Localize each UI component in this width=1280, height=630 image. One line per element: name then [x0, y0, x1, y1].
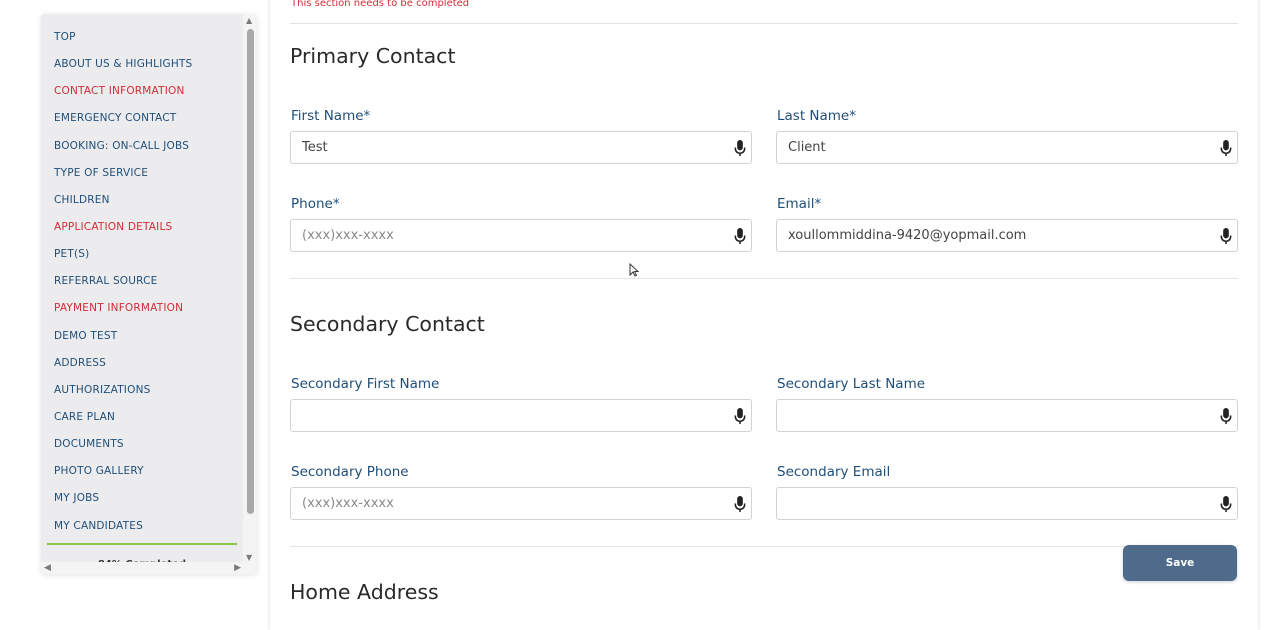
phone-label: Phone*	[291, 196, 340, 212]
sidebar-scroll-thumb[interactable]	[247, 29, 254, 514]
scroll-down-arrow-icon[interactable]: ▼	[246, 554, 252, 562]
home-address-heading: Home Address	[290, 580, 439, 604]
sidebar-item-top[interactable]: TOP	[41, 24, 243, 51]
sidebar-item-payment-information[interactable]: PAYMENT INFORMATION	[41, 295, 243, 322]
sidebar-item-contact-information[interactable]: CONTACT INFORMATION	[41, 78, 243, 105]
scroll-left-arrow-icon[interactable]: ◀	[44, 563, 51, 573]
secondary-email-label: Secondary Email	[777, 464, 891, 480]
sidebar-item-children[interactable]: CHILDREN	[41, 187, 243, 214]
scroll-right-arrow-icon[interactable]: ▶	[234, 563, 241, 573]
save-button[interactable]: Save	[1123, 545, 1237, 581]
first-name-label: First Name*	[291, 108, 371, 124]
sidebar-item-care-plan[interactable]: CARE PLAN	[41, 404, 243, 431]
sidebar-item-about-us-highlights[interactable]: ABOUT US & HIGHLIGHTS	[41, 51, 243, 78]
first-name-input[interactable]	[291, 132, 711, 163]
secondary-phone-label: Secondary Phone	[291, 464, 409, 480]
secondary-email-input[interactable]	[777, 488, 1197, 519]
section-divider	[290, 23, 1238, 24]
sidebar-vertical-scrollbar[interactable]: ▲ ▼	[243, 14, 257, 562]
primary-contact-heading: Primary Contact	[290, 44, 456, 68]
email-input[interactable]	[777, 220, 1197, 251]
phone-field	[290, 219, 752, 252]
section-divider	[290, 278, 1238, 279]
sidebar-item-pet-s[interactable]: PET(S)	[41, 241, 243, 268]
secondary-last-name-field	[776, 399, 1238, 432]
sidebar-item-photo-gallery[interactable]: PHOTO GALLERY	[41, 458, 243, 485]
sidebar-item-my-candidates[interactable]: MY CANDIDATES	[41, 513, 243, 540]
first-name-field	[290, 131, 752, 164]
contact-information-form: This section needs to be completed Prima…	[270, 0, 1258, 630]
last-name-input[interactable]	[777, 132, 1197, 163]
last-name-field	[776, 131, 1238, 164]
secondary-phone-input[interactable]	[291, 488, 711, 519]
sidebar-item-application-details[interactable]: APPLICATION DETAILS	[41, 214, 243, 241]
microphone-icon[interactable]	[733, 228, 747, 245]
microphone-icon[interactable]	[1219, 140, 1233, 157]
microphone-icon[interactable]	[733, 408, 747, 425]
microphone-icon[interactable]	[1219, 496, 1233, 513]
microphone-icon[interactable]	[1219, 408, 1233, 425]
email-field	[776, 219, 1238, 252]
email-label: Email*	[777, 196, 822, 212]
secondary-email-field	[776, 487, 1238, 520]
sidebar-item-emergency-contact[interactable]: EMERGENCY CONTACT	[41, 105, 243, 132]
secondary-first-name-field	[290, 399, 752, 432]
secondary-phone-field	[290, 487, 752, 520]
sidebar-item-address[interactable]: ADDRESS	[41, 350, 243, 377]
secondary-contact-heading: Secondary Contact	[290, 312, 485, 336]
sidebar-item-authorizations[interactable]: AUTHORIZATIONS	[41, 377, 243, 404]
section-incomplete-notice: This section needs to be completed	[291, 0, 470, 9]
microphone-icon[interactable]	[1219, 228, 1233, 245]
completion-progress-bar	[47, 543, 237, 545]
section-nav-list: TOP ABOUT US & HIGHLIGHTS CONTACT INFORMAT…	[41, 24, 243, 540]
section-nav-sidebar: TOP ABOUT US & HIGHLIGHTS CONTACT INFORMAT…	[41, 14, 257, 574]
sidebar-item-type-of-service[interactable]: TYPE OF SERVICE	[41, 160, 243, 187]
mouse-cursor-icon	[629, 263, 639, 277]
microphone-icon[interactable]	[733, 140, 747, 157]
secondary-last-name-label: Secondary Last Name	[777, 376, 926, 392]
microphone-icon[interactable]	[733, 496, 747, 513]
sidebar-item-demo-test[interactable]: DEMO TEST	[41, 323, 243, 350]
secondary-first-name-label: Secondary First Name	[291, 376, 440, 392]
secondary-last-name-input[interactable]	[777, 400, 1197, 431]
scroll-up-arrow-icon[interactable]: ▲	[246, 17, 252, 25]
last-name-label: Last Name*	[777, 108, 856, 124]
section-divider	[290, 546, 1238, 547]
sidebar-item-booking-on-call-jobs[interactable]: BOOKING: ON-CALL JOBS	[41, 133, 243, 160]
phone-input[interactable]	[291, 220, 711, 251]
sidebar-item-documents[interactable]: DOCUMENTS	[41, 431, 243, 458]
sidebar-horizontal-scrollbar[interactable]: ◀ ▶	[41, 562, 257, 574]
secondary-first-name-input[interactable]	[291, 400, 711, 431]
sidebar-item-referral-source[interactable]: REFERRAL SOURCE	[41, 268, 243, 295]
sidebar-item-my-jobs[interactable]: MY JOBS	[41, 485, 243, 512]
